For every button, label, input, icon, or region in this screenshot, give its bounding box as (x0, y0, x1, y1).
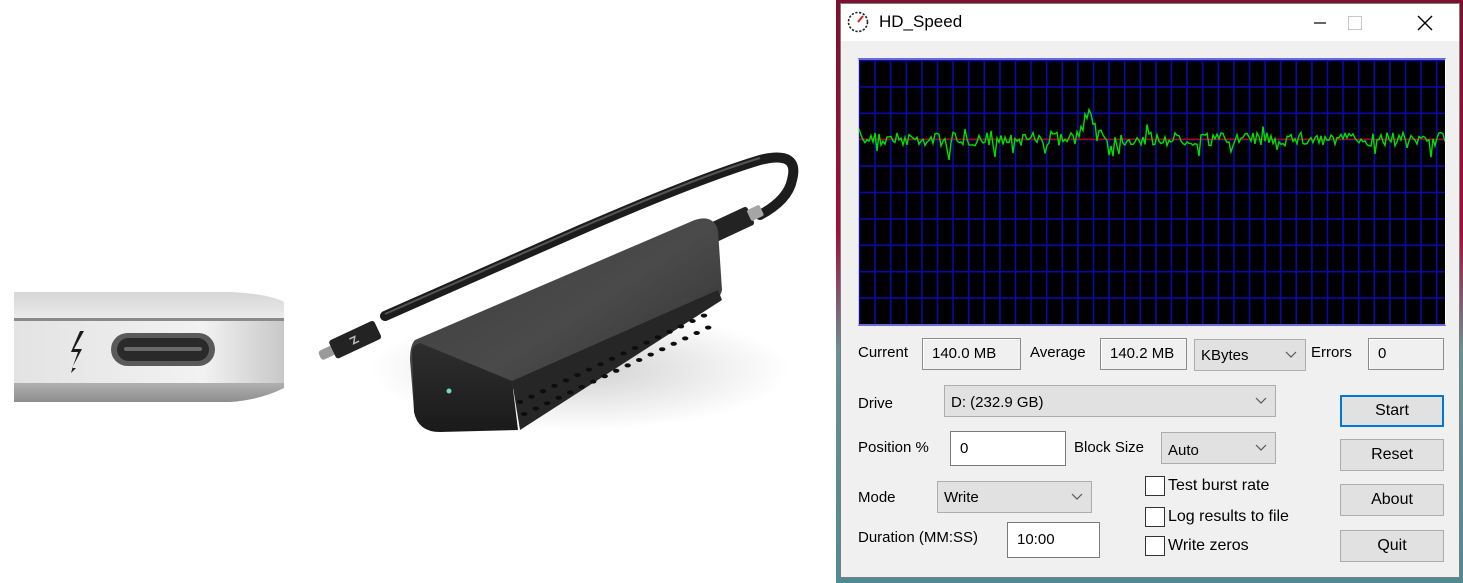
vent-hole (613, 368, 620, 373)
vent-hole (574, 373, 581, 377)
current-label: Current (858, 344, 909, 361)
vent-hole (643, 340, 650, 345)
drive-label: Drive (858, 395, 894, 412)
vent-hole (659, 347, 666, 352)
chevron-down-icon (1255, 444, 1267, 451)
log-results-checkbox[interactable]: Log results to file (1145, 507, 1289, 527)
vent-hole (647, 352, 654, 357)
speedometer-icon (847, 11, 869, 33)
checkbox-box[interactable] (1145, 536, 1165, 556)
vent-hole (705, 325, 712, 330)
vent-hole (567, 390, 574, 395)
vent-hole (631, 346, 639, 350)
vent-hole (682, 336, 689, 341)
vent-hole (608, 356, 616, 361)
vent-hole (666, 329, 673, 334)
hd-speed-window: HD_Speed Current 140.0 MB Average 140.2 … (840, 3, 1460, 578)
position-label: Position % (858, 439, 929, 456)
mode-select-value: Write (944, 489, 979, 506)
speed-graph (858, 58, 1446, 326)
vent-hole (528, 394, 535, 399)
chevron-down-icon (1255, 397, 1267, 404)
vent-hole (551, 383, 558, 388)
unit-select[interactable]: KBytes (1194, 339, 1306, 371)
vent-hole (544, 401, 551, 406)
close-button[interactable] (1402, 4, 1448, 41)
close-icon (1417, 15, 1433, 30)
product-photo (0, 0, 836, 583)
vent-hole (689, 319, 696, 323)
block-size-select-value: Auto (1168, 442, 1199, 459)
maximize-button[interactable] (1332, 4, 1378, 41)
vent-hole (636, 358, 643, 362)
quit-button[interactable]: Quit (1340, 530, 1444, 562)
vent-hole (597, 362, 604, 367)
unit-select-value: KBytes (1201, 347, 1249, 364)
vent-hole (532, 406, 539, 411)
vent-hole (590, 379, 597, 384)
vent-hole (693, 331, 700, 335)
errors-value: 0 (1368, 338, 1444, 370)
vent-hole (654, 335, 662, 340)
drive-select[interactable]: D: (232.9 GB) (944, 385, 1276, 417)
write-zeros-label: Write zeros (1168, 537, 1249, 554)
vent-hole (516, 400, 524, 404)
vent-hole (620, 351, 627, 356)
status-led (446, 388, 452, 394)
vent-hole (624, 363, 631, 368)
vent-hole (670, 341, 677, 346)
vent-hole (601, 374, 608, 379)
test-burst-rate-checkbox[interactable]: Test burst rate (1145, 476, 1269, 496)
title-bar[interactable]: HD_Speed (841, 4, 1459, 41)
vent-hole (539, 389, 547, 394)
duration-input[interactable]: 10:00 (1007, 522, 1100, 558)
vent-hole (562, 378, 570, 383)
vent-hole (521, 412, 528, 416)
chevron-down-icon (1285, 351, 1297, 358)
block-size-label: Block Size (1074, 439, 1145, 456)
vent-hole (585, 367, 593, 372)
block-size-select[interactable]: Auto (1161, 432, 1276, 464)
vent-hole (578, 385, 585, 389)
write-zeros-checkbox[interactable]: Write zeros (1145, 536, 1249, 556)
errors-label: Errors (1311, 344, 1352, 361)
vent-hole (700, 313, 708, 318)
maximize-icon (1348, 15, 1362, 30)
test-burst-rate-label: Test burst rate (1168, 477, 1270, 494)
checkbox-box[interactable] (1145, 476, 1165, 496)
vent-hole (677, 324, 685, 329)
start-button[interactable]: Start (1340, 395, 1444, 427)
mode-label: Mode (858, 489, 896, 506)
position-input[interactable]: 0 (950, 431, 1066, 466)
reset-button[interactable]: Reset (1340, 439, 1444, 471)
drive-select-value: D: (232.9 GB) (951, 394, 1044, 411)
minimize-icon (1314, 21, 1326, 24)
average-label: Average (1030, 344, 1086, 361)
chevron-down-icon (1071, 493, 1083, 500)
laptop-edge (14, 292, 284, 402)
log-results-label: Log results to file (1168, 508, 1289, 525)
checkbox-box[interactable] (1145, 507, 1165, 527)
mode-select[interactable]: Write (937, 481, 1092, 513)
about-button[interactable]: About (1340, 484, 1444, 516)
average-value: 140.2 MB (1100, 338, 1187, 370)
current-value: 140.0 MB (922, 338, 1021, 370)
duration-label: Duration (MM:SS) (858, 529, 979, 546)
window-title: HD_Speed (879, 12, 963, 31)
vent-hole (555, 395, 562, 400)
product-illustration (14, 152, 799, 432)
speed-graph-canvas (859, 60, 1445, 324)
